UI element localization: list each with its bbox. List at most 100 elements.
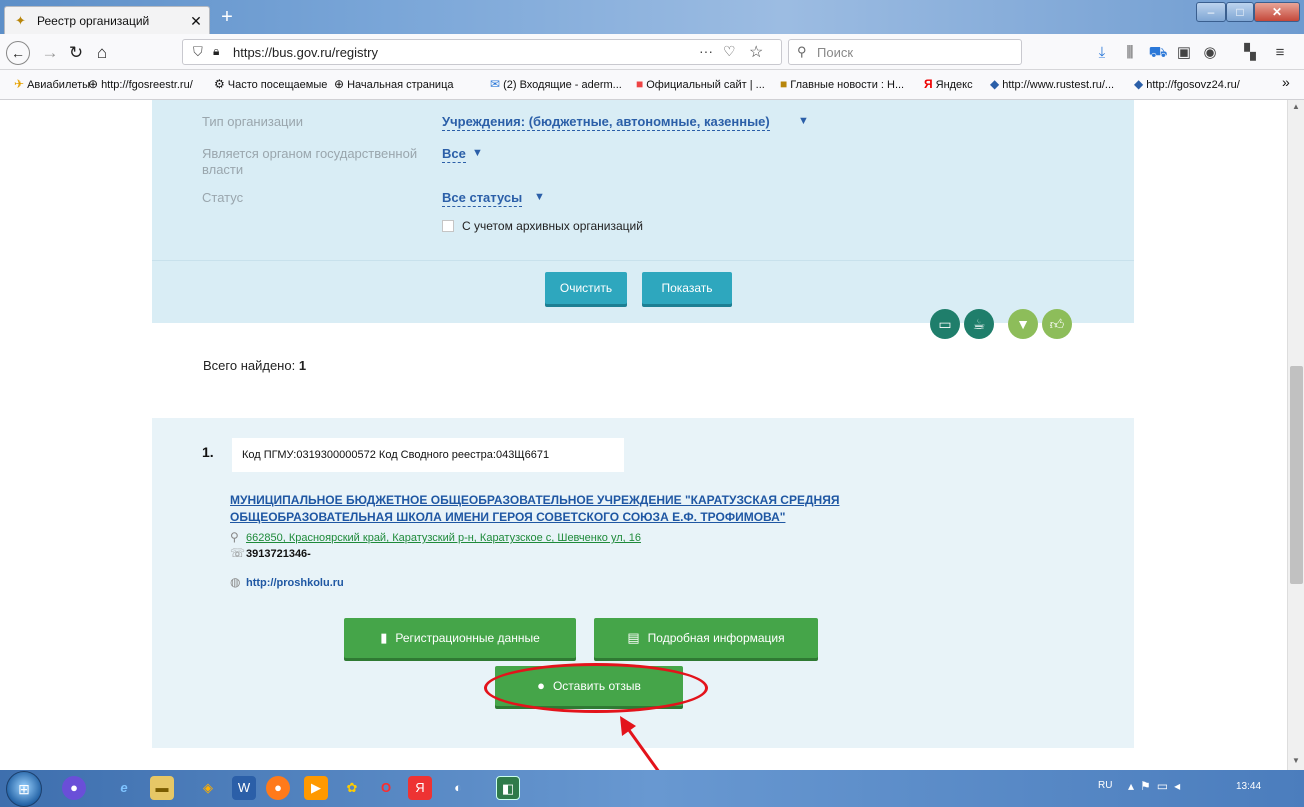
opera-icon[interactable]: O xyxy=(374,776,398,800)
url-bar[interactable]: ⛉ 🔒︎ https://bus.gov.ru/registry ··· ♡ ☆ xyxy=(182,39,782,65)
bookmark-item[interactable]: ■ Главные новости : Н... xyxy=(780,77,904,91)
tab-close-icon[interactable]: ✕ xyxy=(187,12,205,30)
clear-button[interactable]: Очистить xyxy=(545,272,627,304)
pocket-icon[interactable]: ♡ xyxy=(723,43,736,60)
organization-name-line2[interactable]: ОБЩЕОБРАЗОВАТЕЛЬНАЯ ШКОЛА ИМЕНИ ГЕРОЯ СО… xyxy=(230,509,950,526)
clock[interactable]: 13:44 xyxy=(1236,781,1261,792)
back-button[interactable]: ← xyxy=(6,41,30,65)
page-scrollbar[interactable]: ▲ ▼ xyxy=(1287,100,1304,770)
bookmarks-overflow-button[interactable]: » xyxy=(1282,74,1290,90)
page-actions-icon[interactable]: ··· xyxy=(699,43,713,59)
bookmark-item[interactable]: ✉ (2) Входящие - aderm... xyxy=(490,77,622,91)
firefox-icon[interactable]: ● xyxy=(266,776,290,800)
bookmark-item[interactable]: ⊕ Начальная страница xyxy=(334,77,454,91)
annotation-ellipse xyxy=(484,663,708,713)
inbox-icon[interactable]: ▭ xyxy=(930,309,960,339)
bookmark-star-icon[interactable]: ☆ xyxy=(749,42,763,62)
detailed-info-button[interactable]: ▤ Подробная информация xyxy=(594,618,818,658)
org-type-label: Тип организации xyxy=(202,114,304,129)
document-icon: ▤ xyxy=(627,630,640,645)
archive-checkbox[interactable] xyxy=(442,220,454,232)
organization-name-line1[interactable]: МУНИЦИПАЛЬНОЕ БЮДЖЕТНОЕ ОБЩЕОБРАЗОВАТЕЛЬ… xyxy=(230,492,950,509)
bookmark-item[interactable]: ◆ http://www.rustest.ru/... xyxy=(990,77,1114,91)
status-label: Статус xyxy=(202,190,244,205)
org-type-select[interactable]: Учреждения: (бюджетные, автономные, казе… xyxy=(442,114,770,131)
forward-button[interactable]: → xyxy=(38,41,62,65)
bookmark-item[interactable]: ■ Официальный сайт | ... xyxy=(636,77,765,91)
library-icon[interactable]: ⫼ xyxy=(1120,43,1140,63)
app-icon[interactable]: ◈ xyxy=(196,776,220,800)
yandex-disk-icon[interactable]: ◐ xyxy=(446,776,470,800)
reload-button[interactable]: ↻ xyxy=(64,41,88,65)
emblem-favicon-icon: ✦ xyxy=(15,12,26,28)
lock-icon[interactable]: 🔒︎ xyxy=(213,44,219,59)
bookmark-item[interactable]: ✈ Авиабилеты xyxy=(14,77,90,91)
search-icon: ⚲ xyxy=(797,44,807,59)
scroll-down-icon[interactable]: ▼ xyxy=(1292,756,1300,765)
status-select[interactable]: Все статусы xyxy=(442,190,523,207)
results-count: Всего найдено: 1 xyxy=(203,358,306,373)
url-text[interactable]: https://bus.gov.ru/registry xyxy=(233,45,378,60)
bookmark-item[interactable]: Я Яндекс xyxy=(924,77,973,91)
media-player-icon[interactable]: ▶ xyxy=(304,776,328,800)
language-indicator[interactable]: RU xyxy=(1098,780,1112,791)
bookmark-item[interactable]: ⚙ Часто посещаемые xyxy=(214,77,327,91)
yandex-icon: Я xyxy=(924,77,933,91)
tie-icon[interactable]: ▼ xyxy=(1008,309,1038,339)
address-link[interactable]: 662850, Красноярский край, Каратузский р… xyxy=(246,532,641,544)
downloads-icon[interactable]: ⤓ xyxy=(1092,43,1112,63)
explorer-icon[interactable]: ▬ xyxy=(150,776,174,800)
result-codes: Код ПГМУ:0319300000572 Код Сводного реес… xyxy=(232,438,624,472)
cup-icon[interactable]: ☕︎ xyxy=(964,309,994,339)
bookmarks-toolbar: ✈ Авиабилеты ⊕ http://fgosreestr.ru/ ⚙ Част… xyxy=(0,70,1304,100)
mail-icon: ✉ xyxy=(490,77,501,91)
close-window-button[interactable]: ✕ xyxy=(1254,2,1300,22)
result-number: 1. xyxy=(202,444,214,460)
bookmark-icon: ■ xyxy=(636,77,644,91)
scrollbar-thumb[interactable] xyxy=(1290,366,1303,584)
search-bar[interactable]: ⚲ Поиск xyxy=(788,39,1022,65)
maximize-button[interactable]: □ xyxy=(1226,2,1254,22)
search-input[interactable]: Поиск xyxy=(817,45,853,60)
word-icon[interactable]: W xyxy=(232,776,256,800)
alice-icon[interactable]: ● xyxy=(62,776,86,800)
browser-tab[interactable]: ✦ Реестр организаций ✕ xyxy=(4,6,210,34)
home-button[interactable]: ⌂ xyxy=(90,41,114,65)
site-icon: ◆ xyxy=(990,77,1000,91)
archive-checkbox-label[interactable]: С учетом архивных организаций xyxy=(462,219,643,233)
bookmark-item[interactable]: ⊕ http://fgosreestr.ru/ xyxy=(88,77,193,91)
website-link[interactable]: http://proshkolu.ru xyxy=(246,577,344,589)
chevron-down-icon[interactable]: ▼ xyxy=(534,191,545,203)
navigation-toolbar: ← → ↻ ⌂ ⛉ 🔒︎ https://bus.gov.ru/registry… xyxy=(0,34,1304,70)
yandex-browser-icon[interactable]: Я xyxy=(408,776,432,800)
new-tab-button[interactable]: + xyxy=(216,7,238,29)
cart-icon[interactable]: ⛟ xyxy=(1148,43,1168,63)
sidebar-icon[interactable]: ▣ xyxy=(1174,43,1194,63)
active-window-icon[interactable]: ◧ xyxy=(496,776,520,800)
scroll-up-icon[interactable]: ▲ xyxy=(1292,102,1300,111)
registration-data-button[interactable]: ▮ Регистрационные данные xyxy=(344,618,576,658)
account-icon[interactable]: ◉ xyxy=(1200,43,1220,63)
thumbs-up-icon[interactable]: 👍︎ xyxy=(1042,309,1072,339)
minimize-button[interactable]: – xyxy=(1196,2,1226,22)
bookmark-item[interactable]: ◆ http://fgosovz24.ru/ xyxy=(1134,77,1240,91)
extension-icon[interactable]: ▚ xyxy=(1240,43,1260,63)
gov-authority-select[interactable]: Все xyxy=(442,146,466,163)
window-titlebar: ✦ Реестр организаций ✕ + – □ ✕ xyxy=(0,0,1304,34)
tracking-shield-icon[interactable]: ⛉ xyxy=(193,44,203,60)
globe-icon: ⊕ xyxy=(334,77,345,91)
chevron-down-icon[interactable]: ▼ xyxy=(472,147,483,159)
phone-number: 3913721346- xyxy=(246,548,311,560)
gear-icon: ⚙ xyxy=(214,77,225,91)
start-button[interactable]: ⊞ xyxy=(6,771,42,807)
tray-icons[interactable]: ▴⚑▭◂ xyxy=(1128,779,1186,793)
menu-icon[interactable]: ≡ xyxy=(1270,43,1290,63)
show-button[interactable]: Показать xyxy=(642,272,732,304)
organization-name-link[interactable]: МУНИЦИПАЛЬНОЕ БЮДЖЕТНОЕ ОБЩЕОБРАЗОВАТЕЛЬ… xyxy=(230,492,950,526)
chevron-down-icon[interactable]: ▼ xyxy=(798,115,809,127)
results-count-value: 1 xyxy=(298,358,307,373)
clipboard-icon: ▮ xyxy=(380,630,388,645)
ie-icon[interactable]: e xyxy=(112,776,136,800)
globe-icon: ◍ xyxy=(230,575,241,589)
settings-app-icon[interactable]: ✿ xyxy=(340,776,364,800)
